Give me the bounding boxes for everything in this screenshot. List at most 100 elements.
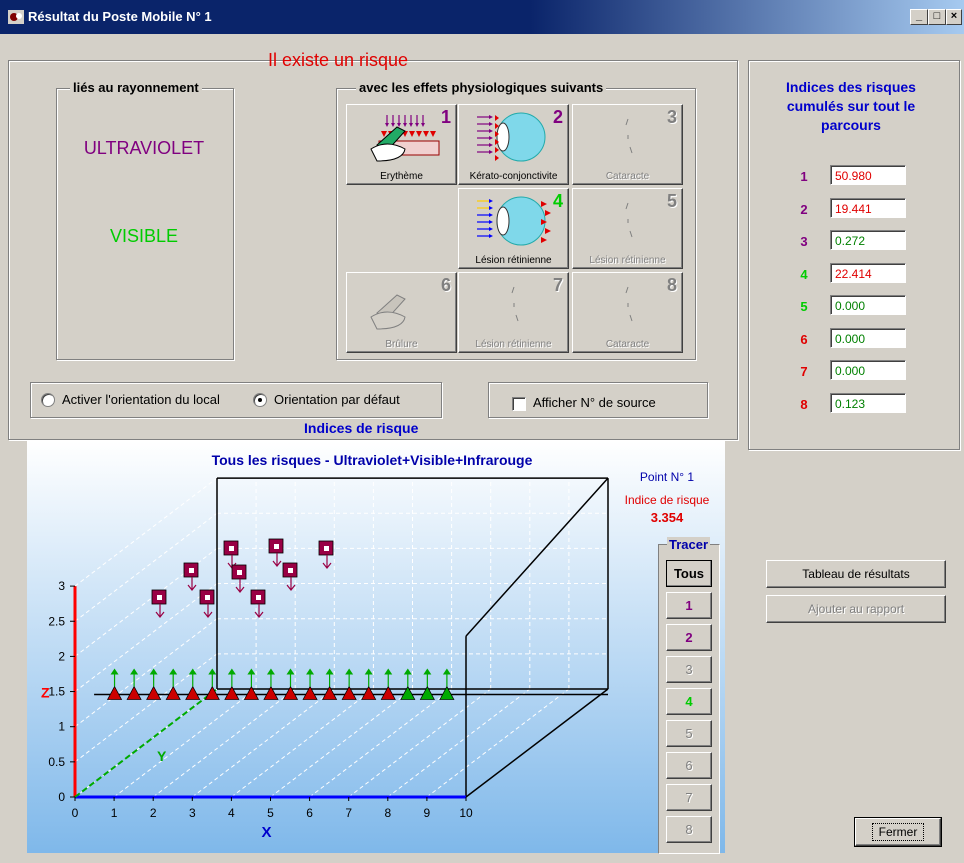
cumulative-value-8[interactable]: 0.123 — [830, 392, 906, 413]
close-button[interactable]: Fermer — [854, 817, 942, 847]
source-marker-face — [157, 595, 162, 600]
effect-label: Lésion rétinienne — [589, 255, 666, 266]
radio-default-orientation[interactable] — [253, 393, 267, 407]
chart-section-label: Indices de risque — [304, 420, 419, 436]
z-tick-label: 1 — [58, 720, 65, 734]
effect-number: 6 — [440, 275, 451, 295]
tracer-button-2[interactable]: 2 — [666, 624, 712, 651]
minimize-button[interactable]: _ — [910, 9, 928, 25]
radio-default-label: Orientation par défaut — [274, 392, 400, 407]
effect-number: 4 — [552, 191, 563, 211]
maximize-button[interactable]: □ — [928, 9, 946, 25]
cumulative-index-5: 5 — [800, 299, 808, 314]
tracer-button-label: 6 — [685, 758, 693, 773]
source-marker-face — [288, 568, 293, 573]
x-axis-label: X — [261, 824, 271, 841]
cumulative-value-7[interactable]: 0.000 — [830, 360, 906, 380]
tracer-button-3[interactable]: 3 — [666, 656, 712, 683]
effect-label: Cataracte — [605, 339, 650, 350]
effect-button-2[interactable]: 2 Kérato-conjonctivite — [458, 104, 569, 185]
effect-button-3[interactable]: 3 Cataracte — [572, 104, 683, 185]
eye-icon — [625, 118, 633, 154]
tracer-button-label: 4 — [685, 694, 693, 709]
point-index-value: 3.354 — [651, 510, 684, 525]
eye-icon — [477, 196, 551, 246]
effect-number: 8 — [666, 275, 677, 295]
tracer-button-1[interactable]: 1 — [666, 592, 712, 619]
effect-number: 5 — [666, 191, 677, 211]
effect-button-5[interactable]: 5 Lésion rétinienne — [572, 188, 683, 269]
close-icon: × — [950, 10, 958, 22]
radiation-ultraviolet: ULTRAVIOLET — [83, 138, 205, 158]
radio-local-label: Activer l'orientation du local — [62, 392, 220, 407]
cumulative-index-7: 7 — [800, 364, 808, 379]
risk-chart[interactable]: 0 1 2 3 4 5 6 7 8 9 10 0 0.5 1 1.5 2 2.5 3 X Y Z Tous les ri… — [27, 441, 725, 853]
maximize-icon: □ — [933, 10, 941, 22]
source-marker-face — [189, 568, 194, 573]
x-tick-label: 7 — [345, 806, 352, 820]
source-marker-face — [229, 546, 234, 551]
cumulative-title: Indices des risques cumulés sur tout le … — [786, 79, 916, 133]
tracer-button-label: Tous — [673, 566, 705, 581]
x-tick-label: 8 — [384, 806, 391, 820]
cumulative-value-3[interactable]: 0.272 — [830, 230, 906, 250]
eye-icon — [511, 286, 519, 322]
radiation-visible: VISIBLE — [109, 226, 179, 246]
point-info-label: Point N° 1 — [640, 470, 694, 484]
effect-label: Lésion rétinienne — [475, 339, 552, 350]
x-tick-label: 4 — [228, 806, 235, 820]
cumulative-index-8: 8 — [800, 396, 808, 412]
z-tick-label: 0.5 — [48, 755, 65, 769]
effect-button-4[interactable]: 4 Lésion rétinienne — [458, 188, 569, 269]
tracer-button-label: 3 — [685, 662, 693, 677]
cumulative-value-2[interactable]: 19.441 — [830, 197, 906, 218]
source-marker-face — [256, 595, 261, 600]
effect-button-6[interactable]: 6 Brûlure — [346, 272, 457, 353]
x-tick-label: 9 — [424, 806, 431, 820]
title-bar[interactable]: Résultat du Poste Mobile N° 1 _ □ × — [0, 0, 964, 34]
x-tick-label: 2 — [150, 806, 157, 820]
effect-button-7[interactable]: 7 Lésion rétinienne — [458, 272, 569, 353]
effect-number: 7 — [552, 275, 563, 295]
cumulative-index-1: 1 — [800, 169, 808, 184]
radiation-group-label: liés au rayonnement — [70, 80, 202, 95]
y-axis-label: Y — [157, 748, 167, 764]
effects-group-label: avec les effets physiologiques suivants — [356, 80, 607, 95]
tracer-button-7[interactable]: 7 — [666, 784, 712, 811]
cumulative-index-6: 6 — [800, 331, 808, 347]
cumulative-value-5[interactable]: 0.000 — [830, 295, 906, 315]
app-icon — [8, 10, 24, 24]
effect-button-1[interactable]: 1 Erythème — [346, 104, 457, 185]
eye-icon — [625, 202, 633, 238]
eye-icon — [477, 112, 546, 162]
radio-local-orientation[interactable] — [41, 393, 55, 407]
cumulative-value-4[interactable]: 22.414 — [830, 262, 906, 283]
tracer-button-label: 5 — [685, 726, 693, 741]
source-checkbox[interactable] — [512, 397, 526, 411]
source-marker-face — [324, 546, 329, 551]
window-title: Résultat du Poste Mobile N° 1 — [28, 9, 212, 24]
effect-number: 2 — [552, 107, 563, 127]
effect-button-8[interactable]: 8 Cataracte — [572, 272, 683, 353]
tracer-buttons: Tous 1 2 3 4 5 6 7 8 — [666, 560, 712, 845]
eye-icon — [625, 286, 633, 322]
tracer-button-8[interactable]: 8 — [666, 816, 712, 843]
cumulative-value-1[interactable]: 50.980 — [830, 165, 906, 185]
z-tick-label: 1.5 — [48, 685, 65, 699]
radiation-group — [56, 88, 234, 360]
chart-title: Tous les risques - Ultraviolet+Visible+I… — [212, 452, 533, 468]
tracer-button-5[interactable]: 5 — [666, 720, 712, 747]
add-to-report-button[interactable]: Ajouter au rapport — [766, 595, 946, 623]
source-marker-face — [237, 570, 242, 575]
tracer-button-label: 1 — [685, 598, 693, 613]
source-marker-face — [274, 544, 279, 549]
tracer-button-4[interactable]: 4 — [666, 688, 712, 715]
source-marker-face — [205, 595, 210, 600]
tracer-button-6[interactable]: 6 — [666, 752, 712, 779]
close-window-button[interactable]: × — [946, 9, 962, 25]
results-table-button[interactable]: Tableau de résultats — [766, 560, 946, 588]
close-button-label: Fermer — [871, 823, 925, 841]
cumulative-value-6[interactable]: 0.000 — [830, 327, 906, 348]
tracer-button-all[interactable]: Tous — [666, 560, 712, 587]
effect-label: Lésion rétinienne — [475, 255, 552, 266]
